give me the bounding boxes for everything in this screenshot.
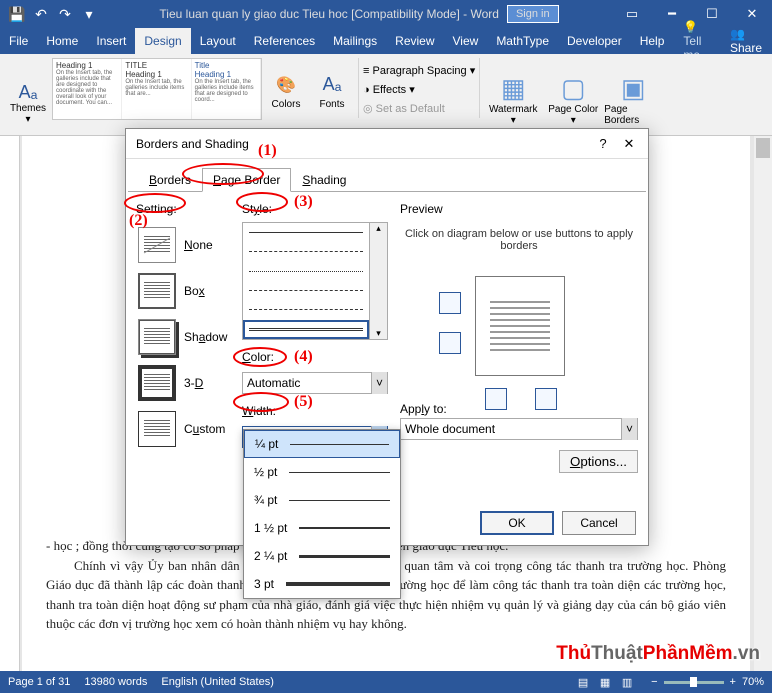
style-scrollbar[interactable]: ▴▾	[369, 223, 387, 339]
dlg-tab-borders[interactable]: Borders	[138, 168, 202, 192]
web-layout-icon[interactable]: ▥	[617, 676, 637, 689]
tab-view[interactable]: View	[444, 28, 488, 54]
ribbon-display-icon[interactable]: ▭	[612, 0, 652, 28]
zoom-in-icon[interactable]: +	[730, 676, 736, 688]
word-count[interactable]: 13980 words	[84, 676, 147, 688]
tab-insert[interactable]: Insert	[87, 28, 135, 54]
themes-icon: Aₐ	[19, 82, 38, 103]
tab-home[interactable]: Home	[37, 28, 87, 54]
read-mode-icon[interactable]: ▤	[573, 676, 593, 689]
zoom-slider[interactable]: − + 70%	[651, 676, 764, 688]
setting-shadow[interactable]: Shadow	[136, 314, 238, 360]
share-button[interactable]: 👥 Share	[720, 27, 772, 55]
tab-help[interactable]: Help	[631, 28, 674, 54]
ok-button[interactable]: OK	[480, 511, 554, 535]
width-option[interactable]: ¼ pt	[244, 430, 400, 458]
page-borders-button[interactable]: ▣Page Borders	[604, 58, 662, 126]
tab-design[interactable]: Design	[135, 28, 190, 54]
dlg-tab-page-border[interactable]: Page Border	[202, 168, 291, 192]
tab-review[interactable]: Review	[386, 28, 443, 54]
set-default-button[interactable]: ◎ Set as Default	[363, 102, 475, 115]
setting-custom[interactable]: Custom	[136, 406, 238, 452]
fonts-icon: Aₐ	[323, 74, 342, 95]
qat-customize-icon[interactable]: ▾	[78, 3, 100, 25]
width-option[interactable]: 3 pt	[244, 570, 400, 598]
setting-none[interactable]: None	[136, 222, 238, 268]
watermark-logo: ThủThuậtPhầnMềm.vn	[556, 643, 760, 665]
dialog-close-icon[interactable]: ✕	[616, 131, 642, 157]
redo-icon[interactable]: ↷	[54, 3, 76, 25]
color-label: Color:	[242, 350, 388, 364]
fonts-button[interactable]: AₐFonts	[310, 58, 354, 126]
titlebar: 💾 ↶ ↷ ▾ Tieu luan quan ly giao duc Tieu …	[0, 0, 772, 28]
themes-button[interactable]: Aₐ Themes▾	[6, 58, 50, 126]
setting-label: Setting:	[136, 202, 238, 216]
undo-icon[interactable]: ↶	[30, 3, 52, 25]
apply-to-label: Apply to:	[400, 402, 638, 416]
border-top-button[interactable]	[439, 292, 461, 314]
signin-button[interactable]: Sign in	[507, 5, 559, 23]
dialog-help-icon[interactable]: ?	[590, 131, 616, 157]
options-button[interactable]: Options...	[559, 450, 638, 473]
border-bottom-button[interactable]	[439, 332, 461, 354]
colors-button[interactable]: 🎨Colors	[264, 58, 308, 126]
page-indicator[interactable]: Page 1 of 31	[8, 676, 70, 688]
zoom-out-icon[interactable]: −	[651, 676, 657, 688]
tab-file[interactable]: File	[0, 28, 37, 54]
tab-references[interactable]: References	[245, 28, 324, 54]
dialog-title: Borders and Shading	[132, 137, 590, 151]
width-label: Width:	[242, 404, 388, 418]
tab-layout[interactable]: Layout	[191, 28, 245, 54]
style-label: Style:	[242, 202, 388, 216]
ribbon: Aₐ Themes▾ Heading 1On the Insert tab, t…	[0, 54, 772, 136]
effects-button[interactable]: ◑ Effects ▾	[363, 83, 475, 96]
document-title: Tieu luan quan ly giao duc Tieu hoc [Com…	[159, 7, 499, 21]
print-layout-icon[interactable]: ▦	[595, 676, 615, 689]
save-icon[interactable]: 💾	[6, 3, 28, 25]
watermark-icon: ▦	[501, 73, 526, 104]
zoom-level[interactable]: 70%	[742, 676, 764, 688]
tab-developer[interactable]: Developer	[558, 28, 631, 54]
tab-mathtype[interactable]: MathType	[487, 28, 558, 54]
language-indicator[interactable]: English (United States)	[161, 676, 274, 688]
preview-label: Preview	[400, 202, 638, 216]
close-window-icon[interactable]: ✕	[732, 0, 772, 28]
vertical-scrollbar[interactable]	[754, 136, 772, 671]
page-color-icon: ▢	[561, 73, 586, 104]
width-option[interactable]: 1 ½ pt	[244, 514, 400, 542]
page-borders-icon: ▣	[621, 73, 646, 104]
doc-format-gallery[interactable]: Heading 1On the Insert tab, the gallerie…	[52, 58, 262, 120]
cancel-button[interactable]: Cancel	[562, 511, 636, 535]
width-option[interactable]: 2 ¼ pt	[244, 542, 400, 570]
border-left-button[interactable]	[485, 388, 507, 410]
dlg-tab-shading[interactable]: Shading	[291, 168, 357, 192]
ribbon-tabs: File Home Insert Design Layout Reference…	[0, 28, 772, 54]
watermark-button[interactable]: ▦Watermark▾	[484, 58, 542, 126]
width-option[interactable]: ¾ pt	[244, 486, 400, 514]
setting-3d[interactable]: 3-D	[136, 360, 238, 406]
setting-box[interactable]: Box	[136, 268, 238, 314]
statusbar: Page 1 of 31 13980 words English (United…	[0, 671, 772, 693]
width-option[interactable]: ½ pt	[244, 458, 400, 486]
paragraph-spacing-button[interactable]: ≡ Paragraph Spacing ▾	[363, 64, 475, 77]
border-right-button[interactable]	[535, 388, 557, 410]
preview-help-text: Click on diagram below or use buttons to…	[400, 228, 638, 252]
chevron-down-icon: ˅	[621, 418, 637, 440]
vertical-ruler[interactable]	[0, 136, 20, 671]
tab-mailings[interactable]: Mailings	[324, 28, 386, 54]
color-dropdown[interactable]: Automatic˅	[242, 372, 388, 394]
apply-to-dropdown[interactable]: Whole document˅	[400, 418, 638, 440]
preview-diagram[interactable]	[429, 266, 609, 396]
width-dropdown-popup: ¼ pt ½ pt ¾ pt 1 ½ pt 2 ¼ pt 3 pt	[243, 429, 401, 599]
page-color-button[interactable]: ▢Page Color▾	[544, 58, 602, 126]
style-list[interactable]: ▴▾	[242, 222, 388, 340]
colors-icon: 🎨	[276, 75, 296, 95]
chevron-down-icon: ˅	[371, 372, 387, 394]
